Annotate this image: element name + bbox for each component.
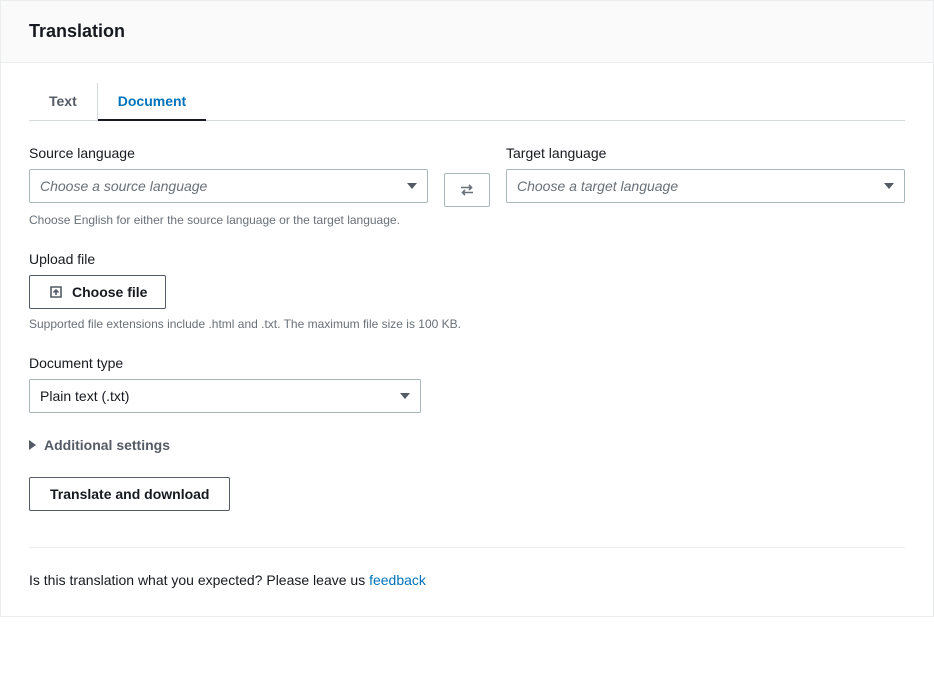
doc-type-select[interactable]: Plain text (.txt) — [29, 379, 421, 413]
tab-text[interactable]: Text — [29, 83, 98, 120]
target-language-col: Target language Choose a target language — [506, 145, 905, 203]
upload-label: Upload file — [29, 251, 905, 267]
caret-down-icon — [400, 393, 410, 399]
panel-header: Translation — [1, 1, 933, 63]
additional-settings-toggle[interactable]: Additional settings — [29, 437, 905, 453]
triangle-right-icon — [29, 440, 36, 450]
upload-hint: Supported file extensions include .html … — [29, 317, 905, 331]
translate-download-label: Translate and download — [50, 486, 209, 502]
feedback-link[interactable]: feedback — [369, 572, 426, 588]
actions-section: Translate and download — [29, 477, 905, 511]
source-language-select[interactable]: Choose a source language — [29, 169, 428, 203]
swap-icon — [459, 182, 475, 198]
choose-file-label: Choose file — [72, 284, 147, 300]
feedback-row: Is this translation what you expected? P… — [29, 572, 905, 588]
additional-settings-label: Additional settings — [44, 437, 170, 453]
divider — [29, 547, 905, 548]
panel-content: Text Document Source language Choose a s… — [1, 63, 933, 616]
translate-download-button[interactable]: Translate and download — [29, 477, 230, 511]
doc-type-section: Document type Plain text (.txt) — [29, 355, 905, 413]
source-language-placeholder: Choose a source language — [40, 178, 207, 194]
doc-type-value: Plain text (.txt) — [40, 388, 129, 404]
source-language-hint: Choose English for either the source lan… — [29, 213, 905, 227]
choose-file-button[interactable]: Choose file — [29, 275, 166, 309]
feedback-text: Is this translation what you expected? P… — [29, 572, 369, 588]
upload-section: Upload file Choose file Supported file e… — [29, 251, 905, 331]
page-title: Translation — [29, 21, 905, 42]
swap-col — [444, 145, 490, 207]
target-language-label: Target language — [506, 145, 905, 161]
upload-icon — [48, 284, 64, 300]
translation-panel: Translation Text Document Source languag… — [0, 0, 934, 617]
swap-languages-button[interactable] — [444, 173, 490, 207]
tab-document[interactable]: Document — [98, 83, 206, 121]
doc-type-label: Document type — [29, 355, 905, 371]
source-language-col: Source language Choose a source language — [29, 145, 428, 203]
target-language-select[interactable]: Choose a target language — [506, 169, 905, 203]
caret-down-icon — [884, 183, 894, 189]
additional-settings-section: Additional settings — [29, 437, 905, 453]
source-language-label: Source language — [29, 145, 428, 161]
caret-down-icon — [407, 183, 417, 189]
target-language-placeholder: Choose a target language — [517, 178, 678, 194]
tabs: Text Document — [29, 83, 905, 121]
language-row: Source language Choose a source language… — [29, 145, 905, 207]
